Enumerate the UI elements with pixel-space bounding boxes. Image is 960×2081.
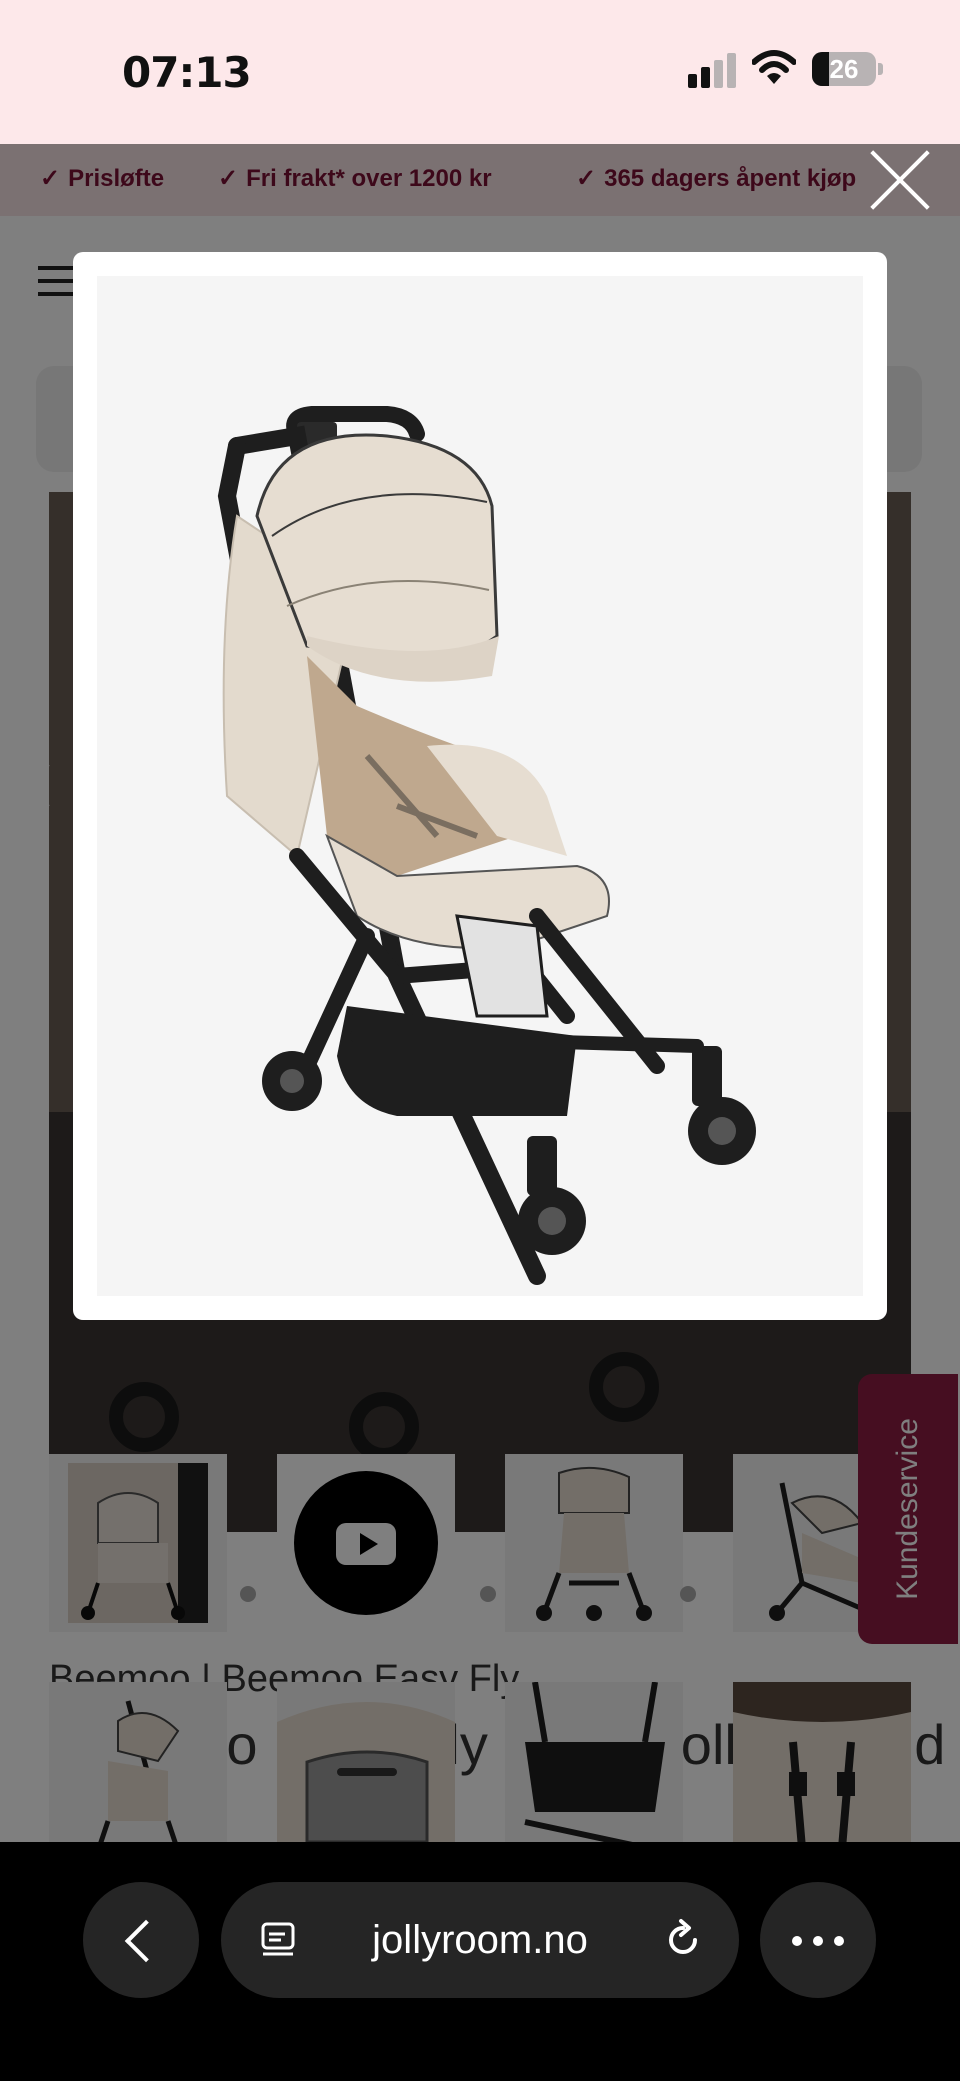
reload-icon[interactable] — [661, 1918, 705, 1962]
status-bar: 07:13 26 — [0, 0, 960, 144]
status-time: 07:13 — [122, 48, 252, 97]
stroller-image — [97, 276, 863, 1296]
battery-cap — [878, 63, 883, 75]
wifi-icon — [752, 50, 796, 84]
address-bar[interactable]: jollyroom.no — [221, 1882, 739, 1998]
image-lightbox — [73, 252, 887, 1320]
battery-icon: 26 — [812, 52, 876, 86]
browser-toolbar: jollyroom.no — [0, 1842, 960, 2081]
battery-percent: 26 — [829, 54, 859, 84]
cellular-signal-icon — [688, 52, 738, 88]
lightbox-image[interactable] — [97, 276, 863, 1296]
back-button[interactable] — [83, 1882, 199, 1998]
more-options-button[interactable] — [760, 1882, 876, 1998]
close-icon[interactable] — [868, 148, 932, 212]
